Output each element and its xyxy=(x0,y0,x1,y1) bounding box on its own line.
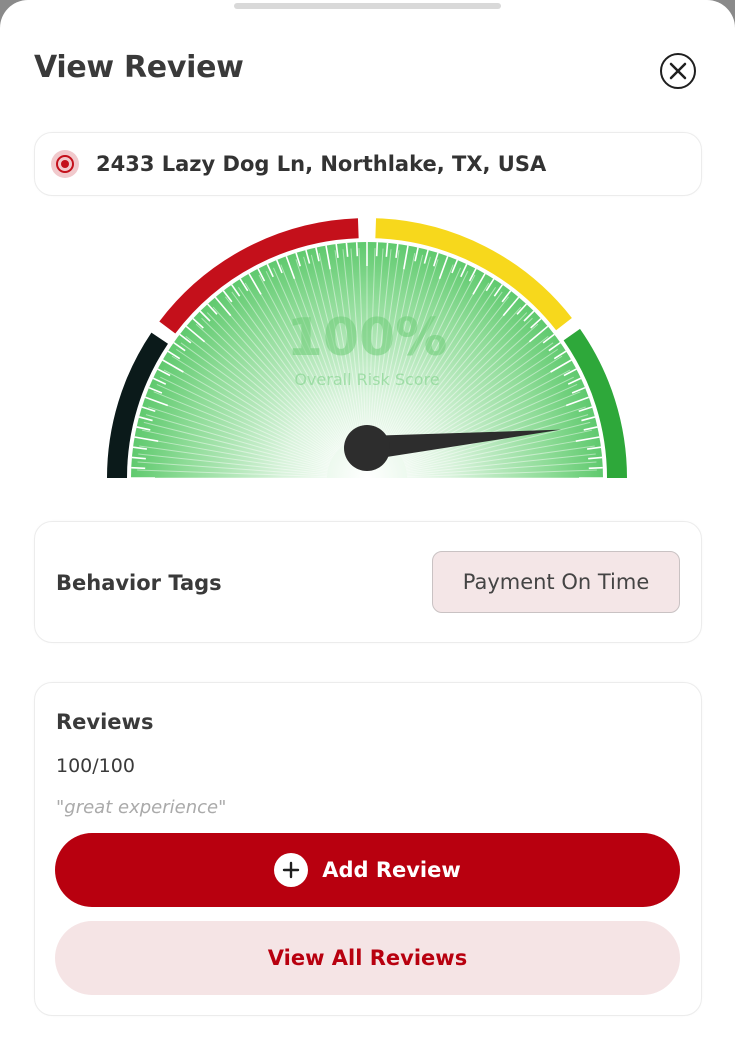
behavior-tags-label: Behavior Tags xyxy=(56,571,222,595)
behavior-tag-chip[interactable]: Payment On Time xyxy=(432,551,680,613)
gauge-hub xyxy=(344,425,390,471)
page-title: View Review xyxy=(34,50,244,85)
reviews-card: Reviews 100/100 "great experience" Add R… xyxy=(34,682,702,1016)
bottom-sheet: View Review 2433 Lazy Dog Ln, Northlake,… xyxy=(0,0,735,1040)
gauge-tick xyxy=(355,242,359,257)
behavior-tags-card: Behavior Tags Payment On Time xyxy=(34,521,702,643)
review-score: 100/100 xyxy=(56,755,135,777)
reviews-title: Reviews xyxy=(56,710,154,734)
view-all-reviews-button[interactable]: View All Reviews xyxy=(55,921,680,995)
plus-icon xyxy=(274,853,309,887)
gauge-tick xyxy=(375,242,379,257)
location-target-icon xyxy=(51,150,79,178)
sheet-grabber[interactable] xyxy=(234,3,501,9)
risk-gauge: 100% Overall Risk Score xyxy=(107,218,627,479)
review-quote: "great experience" xyxy=(56,797,227,818)
gauge-tick xyxy=(588,466,603,470)
score-label: Overall Risk Score xyxy=(294,370,439,389)
address-text: 2433 Lazy Dog Ln, Northlake, TX, USA xyxy=(96,152,547,176)
add-review-button[interactable]: Add Review xyxy=(55,833,680,907)
close-button[interactable] xyxy=(660,53,696,89)
add-review-label: Add Review xyxy=(322,858,461,882)
score-value: 100% xyxy=(287,308,448,368)
address-card: 2433 Lazy Dog Ln, Northlake, TX, USA xyxy=(34,132,702,196)
gauge-tick xyxy=(131,466,146,470)
close-icon xyxy=(669,62,687,80)
